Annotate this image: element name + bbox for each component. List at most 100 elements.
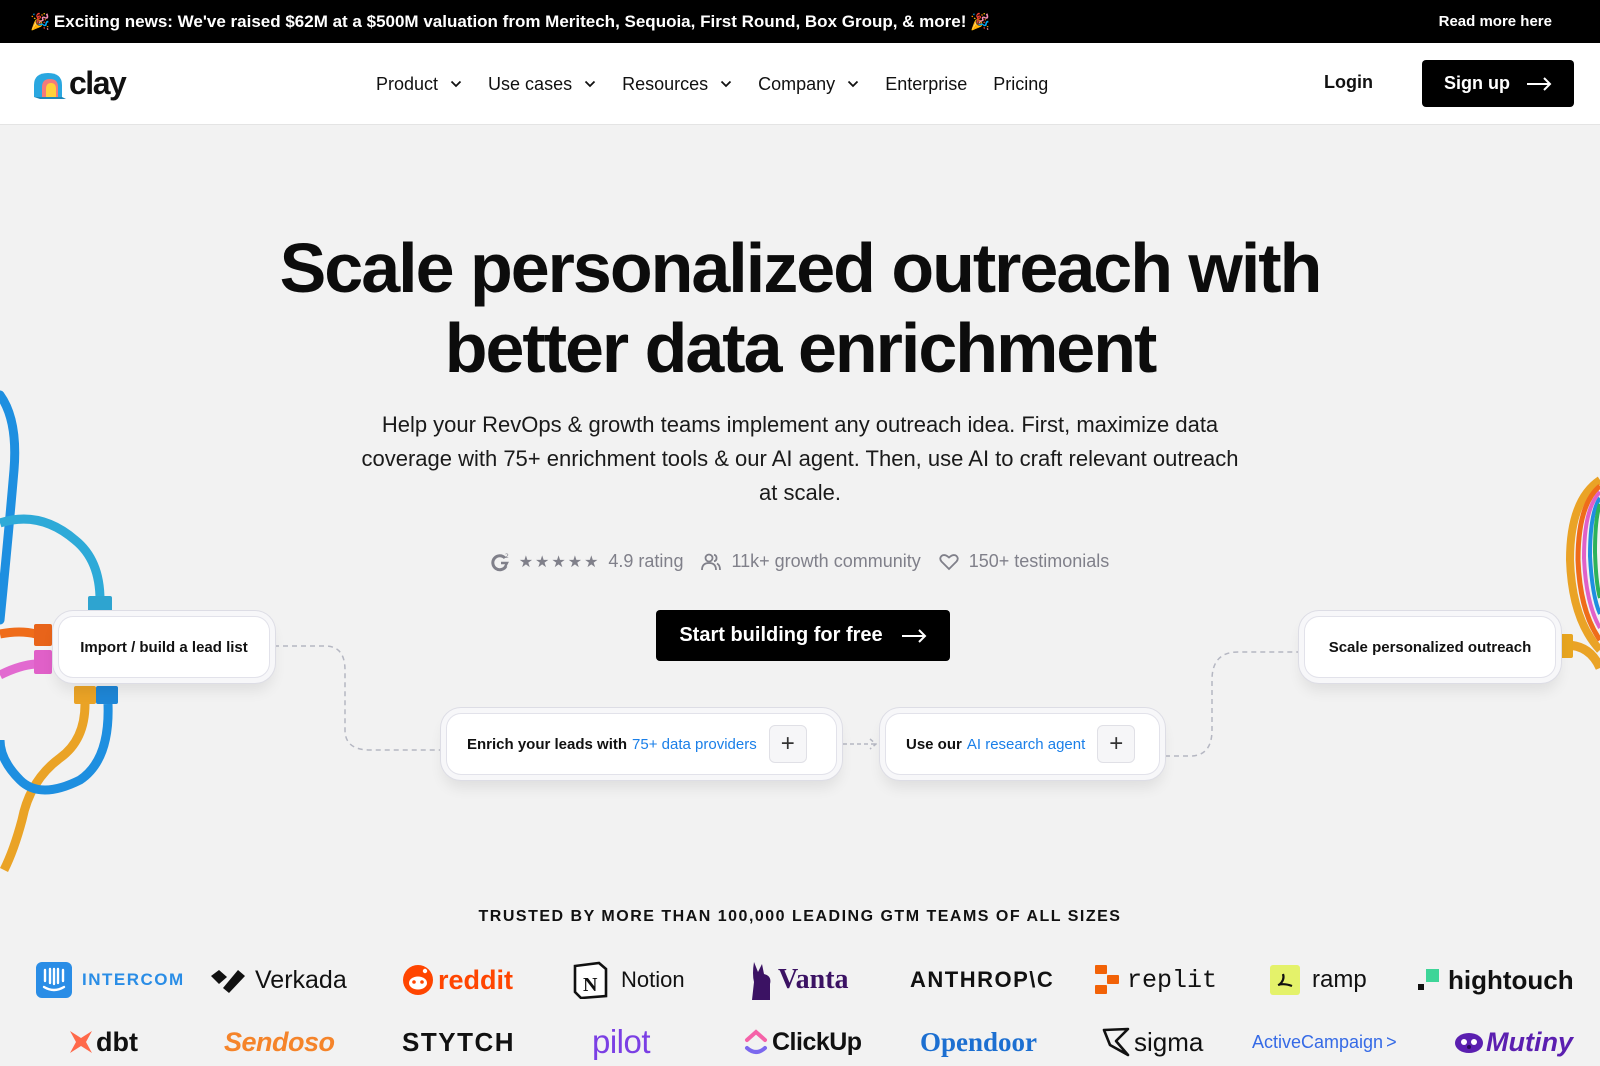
logo-text: Mutiny: [1486, 1026, 1573, 1057]
logo-opendoor: Opendoor: [920, 1017, 1037, 1066]
logo-text: sigma: [1134, 1026, 1204, 1057]
logo-intercom: INTERCOM: [36, 955, 185, 1005]
decorative-cables: [0, 390, 1600, 873]
logo-ramp: ramp: [1270, 955, 1367, 1005]
trusted-heading: TRUSTED BY MORE THAN 100,000 LEADING GTM…: [478, 908, 1122, 925]
logo-dbt: dbt: [68, 1017, 138, 1066]
signup-button[interactable]: Sign up: [1422, 60, 1574, 107]
data-providers-link[interactable]: 75+ data providers: [632, 736, 757, 753]
flow-step-scale[interactable]: Scale personalized outreach: [1305, 617, 1555, 677]
logo-text: Vanta: [778, 964, 849, 995]
social-proof-stats: 2 ★★★★★ 4.9 rating 11k+ growth community…: [0, 551, 1600, 572]
notion-icon: N: [573, 961, 608, 999]
clay-logo[interactable]: clay: [32, 65, 127, 102]
chevron-right-icon: >: [1386, 1031, 1397, 1052]
start-building-button[interactable]: Start building for free: [656, 610, 950, 661]
clickup-icon: [745, 1029, 767, 1054]
cable-plug: [74, 686, 96, 704]
cable-orange: [0, 627, 38, 639]
nav-label: Pricing: [993, 73, 1049, 94]
logo-notion: N Notion: [572, 955, 685, 1005]
step-label: Enrich your leads with: [467, 735, 628, 753]
cable-plug: [1555, 634, 1573, 658]
nav-resources[interactable]: Resources: [622, 74, 732, 95]
logo-stytch: STYTCH: [402, 1017, 515, 1066]
nav-enterprise[interactable]: Enterprise: [885, 74, 967, 95]
nav-label: Enterprise: [885, 73, 968, 94]
hero-title-line: better data enrichment: [444, 309, 1158, 387]
logo-text: reddit: [438, 964, 514, 995]
community-text: 11k+ growth community: [731, 551, 921, 571]
ramp-icon: [1270, 965, 1300, 995]
svg-text:N: N: [583, 974, 598, 996]
g2-icon: 2: [491, 553, 509, 571]
dbt-icon: [70, 1031, 92, 1053]
cable-yellow: [1565, 640, 1600, 670]
nav-label: Company: [758, 73, 836, 94]
chevron-down-icon: [584, 80, 596, 88]
logo-verkada: Verkada: [210, 955, 347, 1005]
cable-blue: [0, 390, 20, 625]
cable-yellow: [0, 703, 90, 873]
logo-vanta: Vanta: [750, 955, 849, 1005]
logo-text: ramp: [1312, 966, 1367, 993]
logo-text: ClickUp: [772, 1027, 862, 1056]
ai-research-agent-link[interactable]: AI research agent: [967, 736, 1085, 753]
logo-sendoso: Sendoso: [224, 1017, 335, 1066]
logo-text: Opendoor: [920, 1026, 1038, 1057]
users-icon: [701, 553, 722, 570]
announcement-bar: 🎉 Exciting news: We've raised $62M at a …: [0, 0, 1600, 43]
chevron-down-icon: [450, 80, 462, 88]
hero-subtitle: Help your RevOps & growth teams implemen…: [361, 412, 1239, 505]
announcement-message: Exciting news: We've raised $62M at a $5…: [53, 11, 967, 31]
plus-icon[interactable]: +: [768, 725, 807, 763]
rating-stat: 2 ★★★★★ 4.9 rating: [491, 551, 684, 572]
logo-anthropic: ANTHROP\C: [910, 955, 1054, 1005]
verkada-icon: [211, 970, 245, 993]
nav-company[interactable]: Company: [758, 74, 859, 95]
plus-icon[interactable]: +: [1097, 725, 1136, 763]
logo-sigma: sigma: [1102, 1017, 1203, 1066]
party-popper-icon: 🎉: [30, 13, 50, 31]
flow-step-ai-agent[interactable]: Use our AI research agent +: [886, 714, 1159, 774]
logo-text: pilot: [592, 1023, 651, 1060]
flow-step-enrich[interactable]: Enrich your leads with 75+ data provider…: [447, 714, 836, 774]
customer-logos-row: dbt Sendoso STYTCH pilot ClickUp Opendoo…: [0, 1017, 1600, 1066]
dashed-connector: [843, 738, 878, 750]
step-label: Import / build a lead list: [80, 638, 248, 656]
svg-text:2: 2: [505, 553, 509, 560]
nav-product[interactable]: Product: [376, 74, 462, 95]
logo-reddit: reddit: [402, 955, 513, 1005]
replit-icon: [1095, 965, 1119, 994]
read-more-link[interactable]: Read more here: [1439, 13, 1570, 30]
cta-label: Start building for free: [679, 624, 883, 646]
chevron-down-icon: [721, 80, 732, 88]
logo-pilot: pilot: [592, 1017, 651, 1066]
arrow-right-icon: [1527, 76, 1552, 91]
rating-text: 4.9 rating: [608, 551, 684, 571]
testimonials-stat: 150+ testimonials: [939, 551, 1109, 572]
logo-text: ANTHROP\C: [910, 967, 1055, 992]
arrow-right-icon: [901, 628, 927, 643]
star-rating-icons: ★★★★★: [518, 553, 601, 571]
cable-plug: [34, 650, 52, 674]
cable-plug: [34, 624, 52, 646]
flow-step-import[interactable]: Import / build a lead list: [59, 617, 269, 677]
logo-clickup: ClickUp: [744, 1017, 862, 1066]
hightouch-icon: [1418, 969, 1439, 990]
nav-use-cases[interactable]: Use cases: [488, 74, 596, 95]
logo-activecampaign: ActiveCampaign >: [1252, 1017, 1397, 1066]
login-link[interactable]: Login: [1324, 72, 1373, 93]
signup-label: Sign up: [1444, 73, 1510, 93]
logo-mutiny: Mutiny: [1454, 1017, 1573, 1066]
chevron-down-icon: [848, 80, 859, 88]
dashed-connector: [1165, 651, 1298, 757]
nav-pricing[interactable]: Pricing: [993, 74, 1048, 95]
sigma-icon: [1102, 1027, 1130, 1057]
clay-arch-icon: [34, 72, 66, 99]
logo-text: INTERCOM: [82, 970, 185, 989]
logo-text: Sendoso: [224, 1026, 335, 1057]
nav-label: Resources: [622, 73, 709, 94]
customer-logos-row: INTERCOM Verkada reddit N Notion Vanta A…: [0, 955, 1600, 1005]
logo-replit: replit: [1095, 955, 1217, 1005]
